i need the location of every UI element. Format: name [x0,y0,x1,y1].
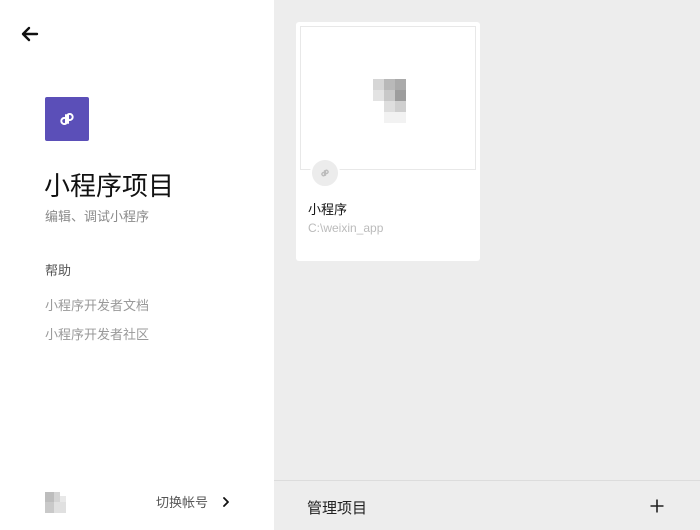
project-badge [310,158,340,188]
page-subtitle: 编辑、调试小程序 [45,209,150,224]
project-name: 小程序 [308,202,348,217]
back-button[interactable] [20,24,40,44]
qr-code-icon [373,79,406,123]
help-link-community[interactable]: 小程序开发者社区 [45,324,149,343]
plus-icon[interactable] [650,499,664,513]
link-icon [321,169,329,177]
project-path: C:\weixin_app [308,221,384,235]
left-panel: 小程序项目 编辑、调试小程序 帮助 小程序开发者文档 小程序开发者社区 切换帐号 [0,0,274,530]
link-icon [60,113,74,125]
switch-account-button[interactable]: 切换帐号 [156,492,230,511]
help-heading: 帮助 [45,263,72,278]
project-card[interactable]: 小程序 C:\weixin_app [296,22,480,261]
help-link-docs[interactable]: 小程序开发者文档 [45,295,149,314]
manage-projects-label[interactable]: 管理项目 [307,497,367,518]
switch-account-label: 切换帐号 [156,495,209,510]
app-icon [45,97,89,141]
avatar[interactable] [45,492,66,513]
bottom-bar: 管理项目 [274,480,700,530]
project-thumbnail [300,26,476,188]
chevron-right-icon [222,496,230,507]
arrow-left-icon [21,26,39,42]
page-title: 小程序项目 [44,171,175,201]
